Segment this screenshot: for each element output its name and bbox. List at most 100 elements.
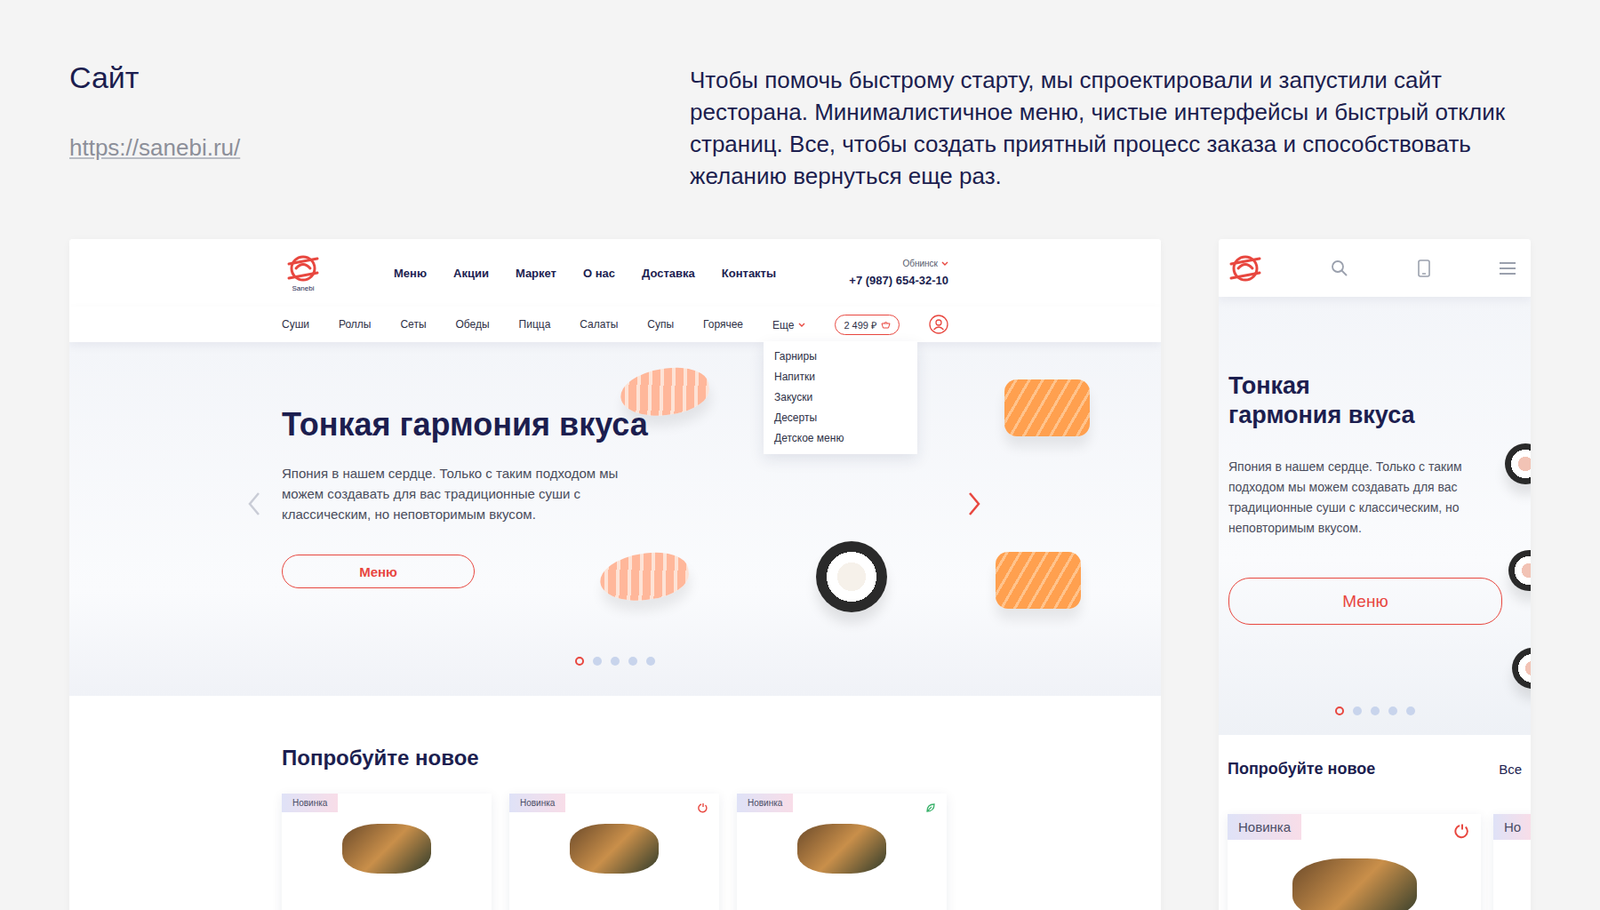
menu-button[interactable]: Меню <box>281 554 475 589</box>
sushi-photo <box>1508 550 1531 592</box>
category-item[interactable]: Салаты <box>579 318 618 331</box>
hero-title: Тонкая гармония вкуса <box>1228 371 1428 431</box>
section-heading: Попробуйте новое <box>1227 760 1376 779</box>
new-badge: Новинка <box>736 793 793 813</box>
spicy-icon <box>1454 823 1471 840</box>
description: Чтобы помочь быстрому старту, мы спроект… <box>689 64 1531 240</box>
slider-dot[interactable] <box>1388 706 1398 716</box>
nav-item[interactable]: Акции <box>453 266 489 280</box>
section-title: Сайт <box>69 60 690 96</box>
nav-item[interactable]: О нас <box>583 266 616 280</box>
product-photo <box>797 824 887 874</box>
user-icon <box>928 314 949 335</box>
slider-dot[interactable] <box>592 656 602 666</box>
slider-dot[interactable] <box>628 656 638 666</box>
product-card[interactable]: Новинка <box>509 793 720 910</box>
contact: Обнинск +7 (987) 654-32-10 <box>848 258 949 288</box>
new-badge: Новинка <box>281 793 338 813</box>
card-list: Новинка Но <box>1227 814 1522 910</box>
more-button[interactable]: Еще <box>772 319 806 332</box>
dropdown-menu: Гарниры Напитки Закуски Десерты Детское меню <box>763 341 918 455</box>
category-item[interactable]: Сеты <box>400 318 426 331</box>
new-badge: Новинка <box>1227 814 1302 840</box>
user-button[interactable] <box>928 314 949 335</box>
product-photo <box>569 824 659 874</box>
category-item[interactable]: Обеды <box>455 318 489 331</box>
city-select[interactable]: Обнинск <box>902 258 949 269</box>
intro-left: Сайт https://sanebi.ru/ <box>69 53 690 240</box>
slider-dot[interactable] <box>610 656 620 666</box>
menu-icon[interactable] <box>1498 261 1517 276</box>
logo[interactable]: Sanebi <box>281 253 325 293</box>
category-item[interactable]: Супы <box>647 318 674 331</box>
product-card[interactable]: Новинка <box>1227 814 1481 910</box>
slider-dot[interactable] <box>575 656 584 666</box>
sushi-photo <box>816 541 888 613</box>
slider-dot[interactable] <box>1335 706 1344 716</box>
nav-item[interactable]: Доставка <box>641 266 696 280</box>
section-heading: Попробуйте новое <box>281 745 949 771</box>
chevron-down-icon <box>941 261 949 267</box>
chevron-right-icon <box>967 491 982 517</box>
dropdown-item[interactable]: Гарниры <box>774 350 907 364</box>
next-arrow[interactable] <box>967 491 982 517</box>
nav-item[interactable]: Меню <box>393 266 427 280</box>
dropdown-item[interactable]: Десерты <box>774 411 907 425</box>
header: Sanebi Меню Акции Маркет О нас Доставка Конта… <box>69 239 1161 307</box>
sushi-photo <box>597 547 692 606</box>
category-item[interactable]: Суши <box>281 318 310 331</box>
nav-item[interactable]: Маркет <box>515 266 557 280</box>
slider-dot[interactable] <box>646 656 656 666</box>
dropdown-item[interactable]: Закуски <box>774 391 907 405</box>
case-page: Сайт https://sanebi.ru/ Чтобы помочь быс… <box>0 0 1600 910</box>
product-card[interactable]: Новинка <box>736 793 947 910</box>
product-card[interactable]: Новинка <box>281 793 492 910</box>
hero-text: Япония в нашем сердце. Только с таким по… <box>1228 456 1496 539</box>
hero-text: Япония в нашем сердце. Только с таким по… <box>281 463 629 525</box>
sushi-photo <box>995 552 1081 609</box>
logo-text: Sanebi <box>292 284 315 293</box>
basket-icon <box>880 320 891 329</box>
phone-icon[interactable] <box>1416 259 1432 278</box>
main-nav: Меню Акции Маркет О нас Доставка Контакты <box>393 266 776 280</box>
new-badge: Новинка <box>509 793 566 813</box>
mobile-mockup: Тонкая гармония вкуса Япония в нашем сер… <box>1218 239 1531 910</box>
card-list: Новинка Новинка Новинка <box>281 793 949 910</box>
site-link[interactable]: https://sanebi.ru/ <box>69 134 240 162</box>
slider-dot[interactable] <box>1352 706 1362 716</box>
chevron-down-icon <box>798 322 806 328</box>
spicy-icon <box>697 802 709 814</box>
nav-item[interactable]: Контакты <box>721 266 776 280</box>
new-items: Попробуйте новое Все Новинка Но <box>1218 735 1531 910</box>
sushi-photo <box>1004 379 1090 437</box>
mobile-hero: Тонкая гармония вкуса Япония в нашем сер… <box>1218 296 1531 736</box>
category-item[interactable]: Пицца <box>519 318 552 331</box>
new-items: Попробуйте новое Новинка Новинка Новинка <box>69 696 1161 910</box>
category-item[interactable]: Горячее <box>703 318 744 331</box>
product-card[interactable]: Но <box>1493 814 1531 910</box>
slider-dots <box>69 656 1161 666</box>
search-icon[interactable] <box>1330 259 1349 278</box>
hero-slider: Тонкая гармония вкуса Япония в нашем сер… <box>69 342 1161 696</box>
dropdown-item[interactable]: Напитки <box>774 370 907 384</box>
slider-dots <box>1218 706 1531 716</box>
all-link[interactable]: Все <box>1498 761 1522 777</box>
logo-icon <box>285 253 321 284</box>
cart-button[interactable]: 2 499 ₽ <box>834 314 900 336</box>
chevron-left-icon <box>247 491 262 517</box>
more-menu: Еще ГарнирыНапиткиЗакускиДесертыДетское … <box>772 316 806 333</box>
phone[interactable]: +7 (987) 654-32-10 <box>848 273 949 288</box>
dropdown-item[interactable]: Детское меню <box>774 432 907 446</box>
logo-icon[interactable] <box>1227 250 1264 287</box>
menu-button[interactable]: Меню <box>1228 577 1503 625</box>
slider-dot[interactable] <box>1370 706 1380 716</box>
new-badge: Но <box>1493 814 1531 840</box>
prev-arrow[interactable] <box>247 491 262 517</box>
category-item[interactable]: Роллы <box>338 318 372 331</box>
slider-dot[interactable] <box>1406 706 1416 716</box>
desktop-mockup: Sanebi Меню Акции Маркет О нас Доставка Конта… <box>69 239 1161 910</box>
mockups: Sanebi Меню Акции Маркет О нас Доставка Конта… <box>69 239 1531 910</box>
leaf-icon <box>925 802 936 814</box>
mobile-header <box>1218 239 1531 297</box>
category-bar: Суши Роллы Сеты Обеды Пицца Салаты Супы Горячее… <box>69 306 1161 343</box>
